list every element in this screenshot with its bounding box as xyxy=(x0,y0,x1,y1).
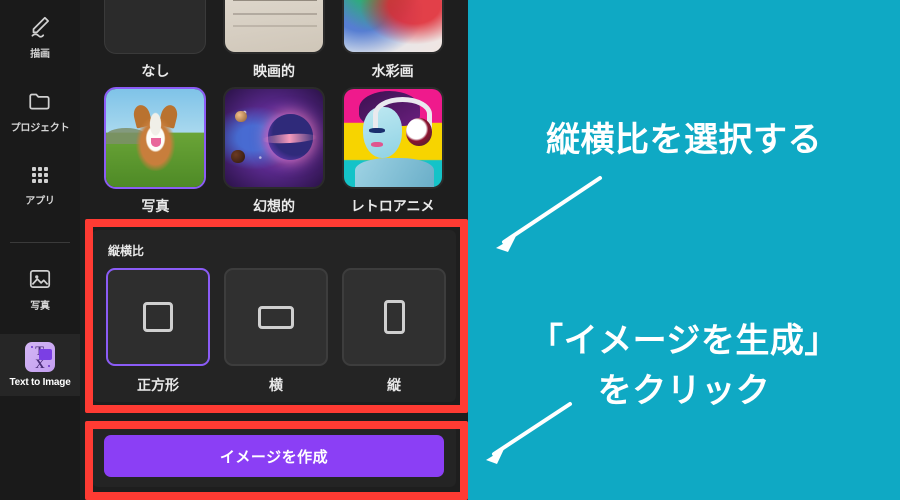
aspect-ratio-card[interactable] xyxy=(106,268,210,366)
square-icon xyxy=(143,302,173,332)
sidebar-item-projects[interactable]: プロジェクト xyxy=(0,82,80,140)
style-option-photo[interactable]: 写真 xyxy=(96,81,215,216)
generate-button-section: イメージを作成 xyxy=(92,425,456,487)
style-label: 幻想的 xyxy=(252,198,295,214)
style-thumbnail[interactable] xyxy=(341,0,444,54)
style-option-retro-anime[interactable]: レトロアニメ xyxy=(333,81,452,216)
app-screenshot: 描画 プロジェクト アプリ 写真 X Text to Image なし 映画的 … xyxy=(0,0,468,500)
style-label: 映画的 xyxy=(252,63,295,79)
style-grid: なし 映画的 水彩画 写真 幻想的 レトロアニメ xyxy=(80,0,468,216)
sidebar-item-label: プロジェクト xyxy=(10,123,70,134)
style-option-fantasy[interactable]: 幻想的 xyxy=(215,81,334,216)
sidebar-item-photos[interactable]: 写真 xyxy=(0,260,80,318)
style-thumbnail[interactable] xyxy=(104,0,207,54)
folder-icon xyxy=(27,88,53,114)
screenshot-root: 描画 プロジェクト アプリ 写真 X Text to Image なし 映画的 … xyxy=(0,0,900,500)
sidebar-item-label: 描画 xyxy=(30,49,50,60)
text-to-image-panel: なし 映画的 水彩画 写真 幻想的 レトロアニメ 縦横比 正方形 横 縦 イメー… xyxy=(80,0,468,500)
aspect-ratio-card[interactable] xyxy=(224,268,328,366)
style-label: レトロアニメ xyxy=(350,198,435,214)
sidebar-item-text-to-image[interactable]: TX Text to Image xyxy=(0,334,80,396)
watercolor-preview-art xyxy=(343,0,442,52)
style-thumbnail[interactable] xyxy=(341,87,444,189)
style-option-watercolor[interactable]: 水彩画 xyxy=(333,0,452,81)
sidebar-item-label: Text to Image xyxy=(9,377,71,388)
style-label: 写真 xyxy=(141,198,170,214)
annotation-step2-line1-text: 「イメージを生成」 xyxy=(529,322,839,360)
style-thumbnail[interactable] xyxy=(222,87,325,189)
pencil-draw-icon xyxy=(27,14,53,40)
annotation-step1-text: 縦横比を選択する xyxy=(546,121,822,159)
grid-apps-icon xyxy=(28,163,52,187)
sidebar-item-label: 写真 xyxy=(30,301,50,312)
aspect-ratio-options: 正方形 横 縦 xyxy=(106,268,446,395)
aspect-ratio-section: 縦横比 正方形 横 縦 xyxy=(92,230,456,402)
sidebar-item-apps[interactable]: アプリ xyxy=(0,156,80,214)
sidebar-item-label: アプリ xyxy=(25,196,55,207)
photo-preview-art xyxy=(106,89,205,187)
sidebar-item-draw[interactable]: 描画 xyxy=(0,8,80,66)
annotation-arrow-to-generate-button xyxy=(486,402,572,464)
portrait-rect-icon xyxy=(383,300,405,334)
cinematic-preview-art xyxy=(224,0,323,52)
aspect-ratio-title: 縦横比 xyxy=(108,244,145,258)
style-thumbnail[interactable] xyxy=(104,87,207,189)
photo-image-icon xyxy=(27,266,53,292)
aspect-ratio-option-square[interactable]: 正方形 xyxy=(106,268,210,395)
retro-anime-preview-art xyxy=(343,89,442,187)
aspect-ratio-option-landscape[interactable]: 横 xyxy=(224,268,328,395)
landscape-rect-icon xyxy=(258,305,294,329)
aspect-ratio-card[interactable] xyxy=(342,268,446,366)
annotation-arrow-to-aspect-ratio xyxy=(496,176,602,252)
style-option-none[interactable]: なし xyxy=(96,0,215,81)
style-label: なし xyxy=(141,63,170,79)
aspect-ratio-label: 正方形 xyxy=(137,377,179,393)
aspect-ratio-label: 横 xyxy=(269,377,283,393)
sidebar-divider xyxy=(10,242,70,243)
style-thumbnail[interactable] xyxy=(222,0,325,54)
create-image-button[interactable]: イメージを作成 xyxy=(104,435,444,477)
fantasy-preview-art xyxy=(224,89,323,187)
text-to-image-icon: TX xyxy=(25,342,55,372)
aspect-ratio-option-portrait[interactable]: 縦 xyxy=(342,268,446,395)
sidebar-rail: 描画 プロジェクト アプリ 写真 X Text to Image xyxy=(0,0,80,500)
style-option-cinematic[interactable]: 映画的 xyxy=(215,0,334,81)
aspect-ratio-label: 縦 xyxy=(387,377,401,393)
style-label: 水彩画 xyxy=(371,63,414,79)
